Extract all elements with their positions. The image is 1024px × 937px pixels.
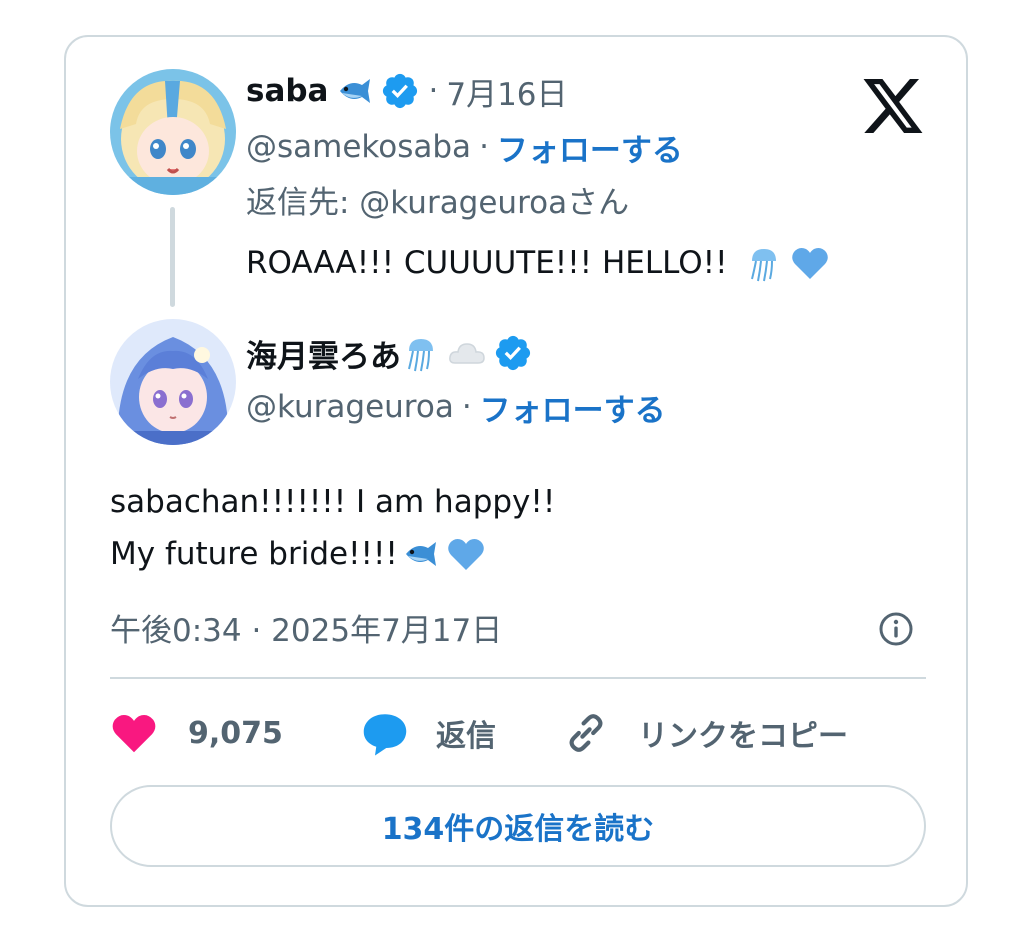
follow-button-kurageuroa[interactable]: フォローする (480, 385, 666, 430)
follow-button-saba[interactable]: フォローする (497, 125, 683, 170)
read-replies-button[interactable]: 134件の返信を読む (110, 785, 926, 867)
reply-tweet-text: ROAAA!!! CUUUUTE!!! HELLO!! (246, 245, 728, 281)
replying-to-text: 返信先: @kurageuroaさん (246, 184, 630, 221)
reply-label: 返信 (436, 719, 496, 754)
handle-kurageuroa[interactable]: @kurageuroa (246, 389, 454, 425)
link-icon (569, 714, 603, 752)
main-tweet-text-line2: My future bride!!!! (110, 536, 398, 572)
x-logo-icon[interactable] (863, 79, 923, 133)
tweet-timestamp[interactable]: 午後0:34 · 2025年7月17日 (110, 605, 502, 650)
verified-badge-icon (493, 333, 533, 373)
read-replies-label: 134件の返信を読む (381, 812, 655, 847)
cloud-icon (447, 333, 487, 373)
separator-dot: · (428, 73, 439, 109)
info-icon[interactable] (876, 609, 916, 649)
fish-icon (334, 71, 374, 111)
heart-icon (112, 715, 156, 753)
author-name-kurageuroa[interactable]: 海月雲ろあ (246, 331, 401, 376)
separator-dot: · (479, 129, 489, 165)
reply-action[interactable]: 返信 (360, 707, 496, 759)
avatar-kurageuroa[interactable] (110, 319, 236, 445)
embedded-tweet-card: saba · 7月16日 @samekosaba · フォローする 返信先: @… (64, 35, 968, 907)
like-action[interactable]: 9,075 (110, 707, 283, 759)
divider (110, 677, 926, 679)
blue-heart-icon (446, 534, 486, 574)
separator-dot: · (461, 389, 472, 425)
reply-bubble-icon (363, 714, 407, 756)
fish-icon (400, 534, 440, 574)
jellyfish-icon (744, 243, 784, 283)
like-count: 9,075 (188, 715, 283, 751)
reply-date[interactable]: 7月16日 (446, 69, 567, 114)
verified-badge-icon (380, 71, 420, 111)
thread-connector-line (170, 207, 175, 307)
main-tweet-text-line1: sabachan!!!!!!! I am happy!! (110, 484, 556, 520)
blue-heart-icon (790, 243, 830, 283)
author-name-saba[interactable]: saba (246, 73, 328, 109)
copy-link-label: リンクをコピー (638, 719, 848, 754)
copy-link-action[interactable]: リンクをコピー (562, 707, 848, 759)
jellyfish-icon (401, 333, 441, 373)
avatar-saba[interactable] (110, 69, 236, 195)
handle-saba[interactable]: @samekosaba (246, 129, 471, 165)
